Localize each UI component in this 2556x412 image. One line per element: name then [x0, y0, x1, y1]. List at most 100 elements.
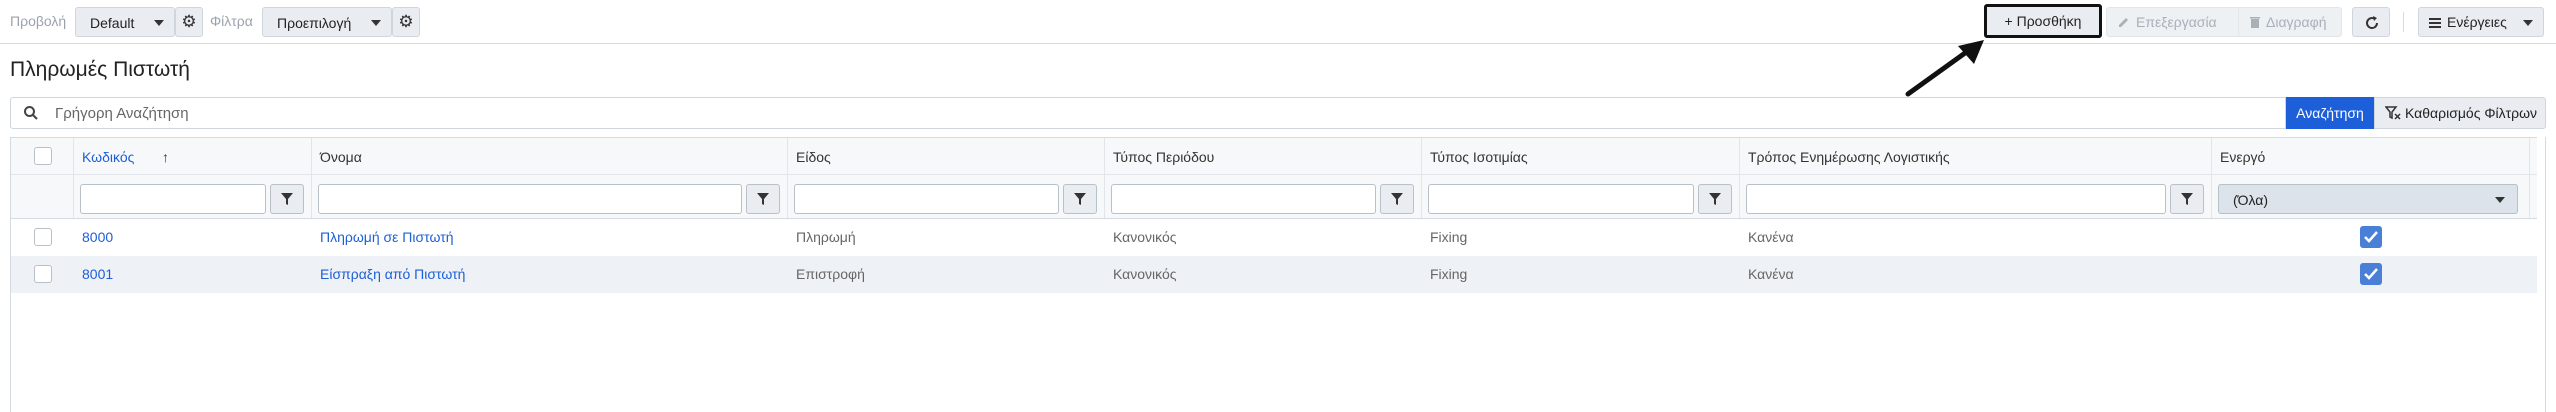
- gear-icon: ⚙: [181, 12, 197, 31]
- table-row[interactable]: 8000 Πληρωμή σε Πιστωτή Πληρωμή Κανονικό…: [11, 219, 2537, 256]
- row-checkbox[interactable]: [34, 228, 52, 246]
- filter-code-input[interactable]: [80, 184, 266, 214]
- header-kind[interactable]: Είδος: [788, 138, 1105, 174]
- actions-button-label: Ενέργειες: [2447, 14, 2507, 30]
- filter-period-type-cell: [1105, 175, 1422, 218]
- cell-rate-type: Fixing: [1430, 229, 1468, 245]
- refresh-button[interactable]: [2352, 7, 2390, 37]
- cell-accounting-update: Κανένα: [1748, 229, 1794, 245]
- row-checkbox[interactable]: [34, 265, 52, 283]
- header-period-type-label: Τύπος Περιόδου: [1113, 149, 1215, 165]
- page-title: Πληρωμές Πιστωτή: [10, 58, 190, 81]
- pencil-icon: [2119, 18, 2128, 27]
- filters-select[interactable]: Προεπιλογή: [262, 7, 392, 37]
- filter-name-button[interactable]: [746, 184, 780, 214]
- header-accounting-update-label: Τρόπος Ενημέρωσης Λογιστικής: [1748, 149, 1950, 165]
- cell-period-type: Κανονικός: [1113, 266, 1177, 282]
- cell-kind: Πληρωμή: [796, 229, 856, 245]
- header-code-label: Κωδικός: [82, 149, 135, 165]
- filter-clear-icon: [2385, 106, 2401, 120]
- clear-filters-label: Καθαρισμός Φίλτρων: [2405, 105, 2538, 121]
- grid-filter-row: (Όλα): [11, 175, 2537, 219]
- filter-active-select[interactable]: (Όλα): [2218, 184, 2518, 214]
- filter-accounting-update-cell: [1740, 175, 2212, 218]
- filter-period-type-input[interactable]: [1111, 184, 1376, 214]
- filter-kind-cell: [788, 175, 1105, 218]
- filter-kind-button[interactable]: [1063, 184, 1097, 214]
- filter-rate-type-cell: [1422, 175, 1740, 218]
- gear-icon: ⚙: [398, 12, 414, 31]
- sort-ascending-icon: ↑: [162, 149, 169, 165]
- filters-settings-button[interactable]: ⚙: [392, 7, 420, 37]
- view-select[interactable]: Default: [75, 7, 175, 37]
- header-rate-type[interactable]: Τύπος Ισοτιμίας: [1422, 138, 1740, 174]
- filter-active-cell: (Όλα): [2212, 175, 2530, 218]
- view-select-value: Default: [90, 15, 135, 31]
- header-select-cell: [11, 138, 74, 174]
- header-accounting-update[interactable]: Τρόπος Ενημέρωσης Λογιστικής: [1740, 138, 2212, 174]
- table-row[interactable]: 8001 Είσπραξη από Πιστωτή Επιστροφή Κανο…: [11, 256, 2537, 293]
- edit-button[interactable]: Επεξεργασία: [2106, 7, 2244, 37]
- annotation-arrow-icon: [1905, 40, 1984, 97]
- header-active[interactable]: Ενεργό: [2212, 138, 2530, 174]
- cell-active-checkbox[interactable]: [2360, 263, 2382, 285]
- cell-active-checkbox[interactable]: [2360, 226, 2382, 248]
- refresh-icon: [2366, 16, 2379, 29]
- filters-label: Φίλτρα: [210, 13, 253, 29]
- checkmark-icon: [2364, 231, 2378, 243]
- header-code[interactable]: Κωδικός ↑: [74, 138, 312, 174]
- filter-kind-input[interactable]: [794, 184, 1059, 214]
- clear-filters-button[interactable]: Καθαρισμός Φίλτρων: [2374, 97, 2546, 129]
- cell-name[interactable]: Είσπραξη από Πιστωτή: [320, 266, 465, 282]
- cell-kind: Επιστροφή: [796, 266, 865, 282]
- search-button[interactable]: Αναζήτηση: [2286, 97, 2374, 129]
- filter-empty-cell: [11, 175, 74, 218]
- cell-period-type: Κανονικός: [1113, 229, 1177, 245]
- header-kind-label: Είδος: [796, 149, 831, 165]
- filter-accounting-update-input[interactable]: [1746, 184, 2166, 214]
- filter-accounting-update-button[interactable]: [2170, 184, 2204, 214]
- filter-icon: [281, 193, 293, 205]
- view-label: Προβολή: [10, 13, 67, 29]
- select-all-checkbox[interactable]: [34, 147, 52, 165]
- view-settings-button[interactable]: ⚙: [175, 7, 203, 37]
- chevron-down-icon: [2523, 20, 2533, 26]
- menu-icon: [2429, 18, 2441, 28]
- cell-accounting-update: Κανένα: [1748, 266, 1794, 282]
- trash-icon: [2250, 17, 2260, 28]
- search-icon: [24, 106, 38, 120]
- chevron-down-icon: [371, 20, 381, 26]
- filter-icon: [1709, 193, 1721, 205]
- cell-code[interactable]: 8000: [82, 229, 113, 245]
- delete-button-label: Διαγραφή: [2266, 14, 2327, 30]
- grid-header-row: Κωδικός ↑ Όνομα Είδος Τύπος Περιόδου Τύπ…: [11, 137, 2537, 175]
- header-period-type[interactable]: Τύπος Περιόδου: [1105, 138, 1422, 174]
- quick-search-input[interactable]: [55, 102, 2255, 124]
- chevron-down-icon: [2495, 197, 2505, 203]
- filter-icon: [1074, 193, 1086, 205]
- actions-button[interactable]: Ενέργειες: [2418, 7, 2544, 37]
- cell-name[interactable]: Πληρωμή σε Πιστωτή: [320, 229, 454, 245]
- filter-rate-type-input[interactable]: [1428, 184, 1694, 214]
- add-button[interactable]: + Προσθήκη: [1984, 4, 2102, 38]
- header-name-label: Όνομα: [320, 149, 362, 165]
- filter-icon: [757, 193, 769, 205]
- filter-icon: [1391, 193, 1403, 205]
- cell-code[interactable]: 8001: [82, 266, 113, 282]
- filter-rate-type-button[interactable]: [1698, 184, 1732, 214]
- filter-code-cell: [74, 175, 312, 218]
- filter-active-value: (Όλα): [2233, 192, 2269, 208]
- filter-name-input[interactable]: [318, 184, 742, 214]
- filter-name-cell: [312, 175, 788, 218]
- checkmark-icon: [2364, 268, 2378, 280]
- filter-code-button[interactable]: [270, 184, 304, 214]
- delete-button[interactable]: Διαγραφή: [2238, 7, 2342, 37]
- edit-button-label: Επεξεργασία: [2136, 14, 2217, 30]
- header-rate-type-label: Τύπος Ισοτιμίας: [1430, 149, 1528, 165]
- filter-icon: [2181, 193, 2193, 205]
- quick-search-bar: [10, 97, 2286, 129]
- filter-period-type-button[interactable]: [1380, 184, 1414, 214]
- filters-select-value: Προεπιλογή: [277, 15, 352, 31]
- header-name[interactable]: Όνομα: [312, 138, 788, 174]
- cell-rate-type: Fixing: [1430, 266, 1468, 282]
